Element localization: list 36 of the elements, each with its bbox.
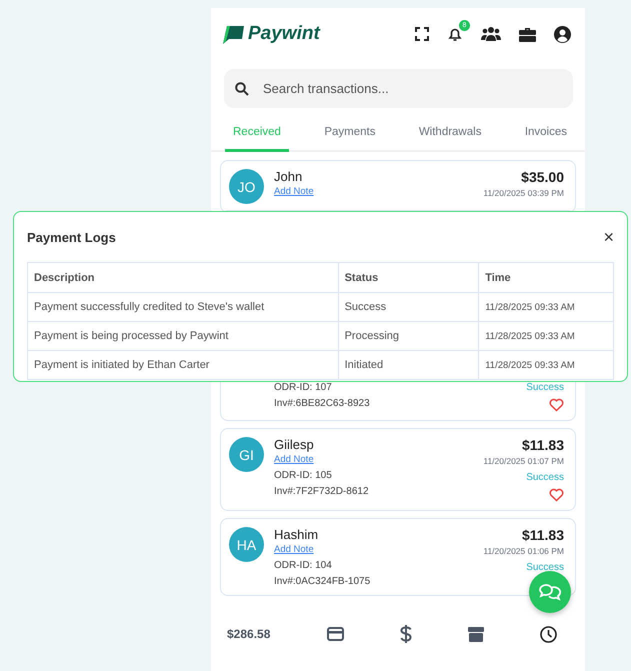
invoice-number: Inv#:0AC324FB-1075	[274, 576, 372, 587]
amount: $11.83	[522, 527, 564, 543]
table-cell: Payment successfully credited to Steve's wallet	[28, 292, 338, 322]
table-cell: Payment is initiated by Ethan Carter	[28, 350, 338, 380]
table-cell: 11/28/2025 09:33 AM	[478, 292, 614, 322]
order-id: ODR-ID: 104	[274, 560, 333, 571]
customer-name: Hashim	[274, 527, 320, 542]
table-cell: Success	[338, 292, 479, 322]
transaction-date: 11/20/2025 01:07 PM	[483, 456, 564, 466]
dialog-title: Payment Logs	[27, 230, 116, 244]
status-text: Success	[526, 472, 564, 483]
avatar: HA	[229, 527, 264, 562]
table-cell: 11/28/2025 09:33 AM	[478, 322, 614, 350]
customer-name: Giilesp	[274, 437, 315, 452]
status-text: Success	[526, 562, 564, 573]
balance-amount: $286.58	[227, 627, 270, 641]
customer-name: John	[274, 169, 304, 184]
table-cell: 11/28/2025 09:33 AM	[478, 350, 614, 380]
avatar: JO	[229, 169, 264, 204]
table-cell: Initiated	[338, 350, 479, 380]
invoice-number: Inv#:7F2F732D-8612	[274, 486, 370, 497]
avatar: GI	[229, 437, 264, 472]
status-text: Success	[526, 382, 564, 393]
order-id: ODR-ID: 105	[274, 470, 333, 481]
column-header: Description	[28, 262, 338, 292]
brand-name: Paywint	[248, 23, 320, 45]
transaction-date: 11/20/2025 01:06 PM	[483, 546, 564, 556]
transaction-date: 11/20/2025 03:39 PM	[483, 188, 564, 198]
order-id: ODR-ID: 107	[274, 382, 333, 393]
amount: $35.00	[521, 169, 564, 185]
column-header: Status	[338, 262, 479, 292]
table-cell: Payment is being processed by Paywint	[28, 322, 338, 350]
column-header: Time	[478, 262, 614, 292]
table-cell: Processing	[338, 322, 479, 350]
amount: $11.83	[522, 437, 564, 453]
invoice-number: Inv#:6BE82C63-8923	[274, 398, 371, 409]
